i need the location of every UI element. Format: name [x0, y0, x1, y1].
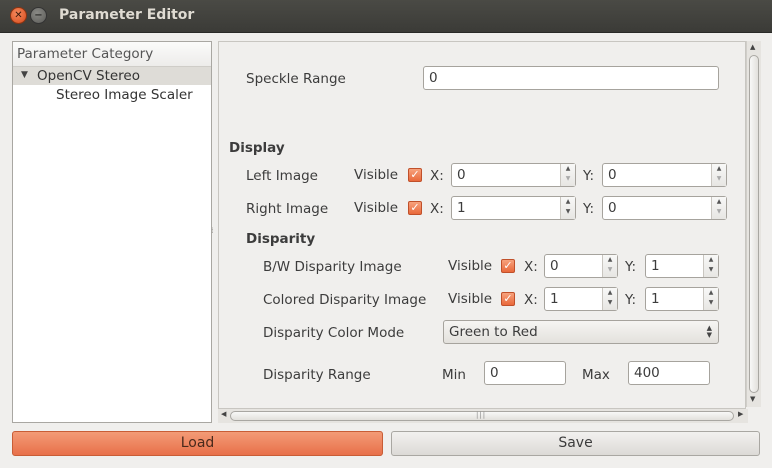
window-title: Parameter Editor — [59, 7, 195, 23]
left-image-visible-label: Visible — [354, 167, 399, 183]
colored-disparity-y-value: 1 — [651, 291, 660, 307]
spin-arrows-icon[interactable]: ▲ ▼ — [711, 164, 726, 186]
right-image-x-spinbox[interactable]: 1 ▲ ▼ — [451, 196, 576, 220]
bw-disparity-visible-label: Visible — [448, 258, 493, 274]
combo-arrows-icon: ▲ ▼ — [706, 324, 712, 339]
bw-disparity-y-spinbox[interactable]: 1 ▲ ▼ — [645, 254, 719, 278]
left-image-y-value: 0 — [608, 167, 617, 183]
display-section-title: Display — [229, 140, 285, 156]
speckle-range-input[interactable]: 0 — [423, 66, 719, 90]
disparity-range-label: Disparity Range — [263, 367, 371, 383]
colored-disparity-x-label: X: — [524, 292, 538, 308]
colored-disparity-visible-label: Visible — [448, 291, 493, 307]
left-image-x-value: 0 — [457, 167, 466, 183]
colored-disparity-label: Colored Disparity Image — [263, 292, 427, 308]
bw-disparity-y-value: 1 — [651, 258, 660, 274]
spin-arrows-icon[interactable]: ▲ ▼ — [560, 164, 575, 186]
disparity-range-min-input[interactable]: 0 — [484, 361, 566, 385]
disparity-color-mode-value: Green to Red — [449, 324, 538, 340]
left-image-visible-checkbox[interactable]: ✓ — [408, 168, 422, 182]
vertical-scrollbar[interactable]: ▲ ▼ — [746, 41, 761, 407]
bw-disparity-x-label: X: — [524, 259, 538, 275]
left-image-y-label: Y: — [583, 168, 595, 184]
spin-arrows-icon[interactable]: ▲ ▼ — [602, 255, 617, 277]
scroll-up-icon[interactable]: ▲ — [750, 43, 755, 51]
spin-arrows-icon[interactable]: ▲ ▼ — [602, 288, 617, 310]
disparity-color-mode-select[interactable]: Green to Red ▲ ▼ — [443, 320, 719, 344]
colored-disparity-x-value: 1 — [550, 291, 559, 307]
bw-disparity-x-spinbox[interactable]: 0 ▲ ▼ — [544, 254, 618, 278]
colored-disparity-visible-checkbox[interactable]: ✓ — [501, 292, 515, 306]
right-image-y-label: Y: — [583, 201, 595, 217]
right-image-y-value: 0 — [608, 200, 617, 216]
left-image-x-label: X: — [430, 168, 444, 184]
right-image-x-value: 1 — [457, 200, 466, 216]
left-image-x-spinbox[interactable]: 0 ▲ ▼ — [451, 163, 576, 187]
horizontal-scrollbar[interactable]: ◀ ||| ▶ — [218, 409, 748, 423]
load-button[interactable]: Load — [12, 431, 383, 456]
category-tree-header[interactable]: Parameter Category — [13, 42, 211, 67]
parameter-form: Speckle Range 0 Display Left Image Visib… — [218, 41, 746, 409]
bw-disparity-x-value: 0 — [550, 258, 559, 274]
right-image-visible-checkbox[interactable]: ✓ — [408, 201, 422, 215]
colored-disparity-y-spinbox[interactable]: 1 ▲ ▼ — [645, 287, 719, 311]
category-header-label: Parameter Category — [17, 46, 154, 62]
title-bar: ✕ − Parameter Editor — [0, 0, 772, 33]
scroll-grip-icon: ||| — [476, 411, 487, 419]
disparity-range-max-label: Max — [582, 367, 610, 383]
colored-disparity-x-spinbox[interactable]: 1 ▲ ▼ — [544, 287, 618, 311]
left-image-y-spinbox[interactable]: 0 ▲ ▼ — [602, 163, 727, 187]
left-image-label: Left Image — [246, 168, 318, 184]
scroll-down-icon[interactable]: ▼ — [750, 395, 755, 403]
disparity-range-max-input[interactable]: 400 — [628, 361, 710, 385]
disparity-range-min-label: Min — [442, 367, 466, 383]
disparity-color-mode-label: Disparity Color Mode — [263, 325, 405, 341]
spin-arrows-icon[interactable]: ▲ ▼ — [703, 288, 718, 310]
close-icon[interactable]: ✕ — [10, 7, 27, 24]
scroll-right-icon[interactable]: ▶ — [738, 410, 743, 418]
scroll-left-icon[interactable]: ◀ — [221, 410, 226, 418]
right-image-x-label: X: — [430, 201, 444, 217]
spin-arrows-icon[interactable]: ▲ ▼ — [711, 197, 726, 219]
right-image-label: Right Image — [246, 201, 329, 217]
vertical-scroll-thumb[interactable] — [749, 55, 759, 393]
tree-item-stereo-image-scaler[interactable]: Stereo Image Scaler — [56, 87, 193, 103]
bw-disparity-y-label: Y: — [625, 259, 637, 275]
colored-disparity-y-label: Y: — [625, 292, 637, 308]
right-image-y-spinbox[interactable]: 0 ▲ ▼ — [602, 196, 727, 220]
minimize-icon[interactable]: − — [30, 7, 47, 24]
spin-arrows-icon[interactable]: ▲ ▼ — [703, 255, 718, 277]
splitter-handle[interactable]: ⁞ — [211, 227, 217, 235]
bw-disparity-label: B/W Disparity Image — [263, 259, 402, 275]
tree-item-opencv-stereo-label[interactable]: OpenCV Stereo — [37, 68, 140, 84]
disparity-section-title: Disparity — [246, 231, 316, 247]
category-tree: Parameter Category ▼ OpenCV Stereo Stere… — [12, 41, 212, 423]
expand-triangle-icon[interactable]: ▼ — [21, 70, 28, 80]
speckle-range-label: Speckle Range — [246, 71, 346, 87]
bw-disparity-visible-checkbox[interactable]: ✓ — [501, 259, 515, 273]
save-button[interactable]: Save — [391, 431, 760, 456]
spin-arrows-icon[interactable]: ▲ ▼ — [560, 197, 575, 219]
right-image-visible-label: Visible — [354, 200, 399, 216]
